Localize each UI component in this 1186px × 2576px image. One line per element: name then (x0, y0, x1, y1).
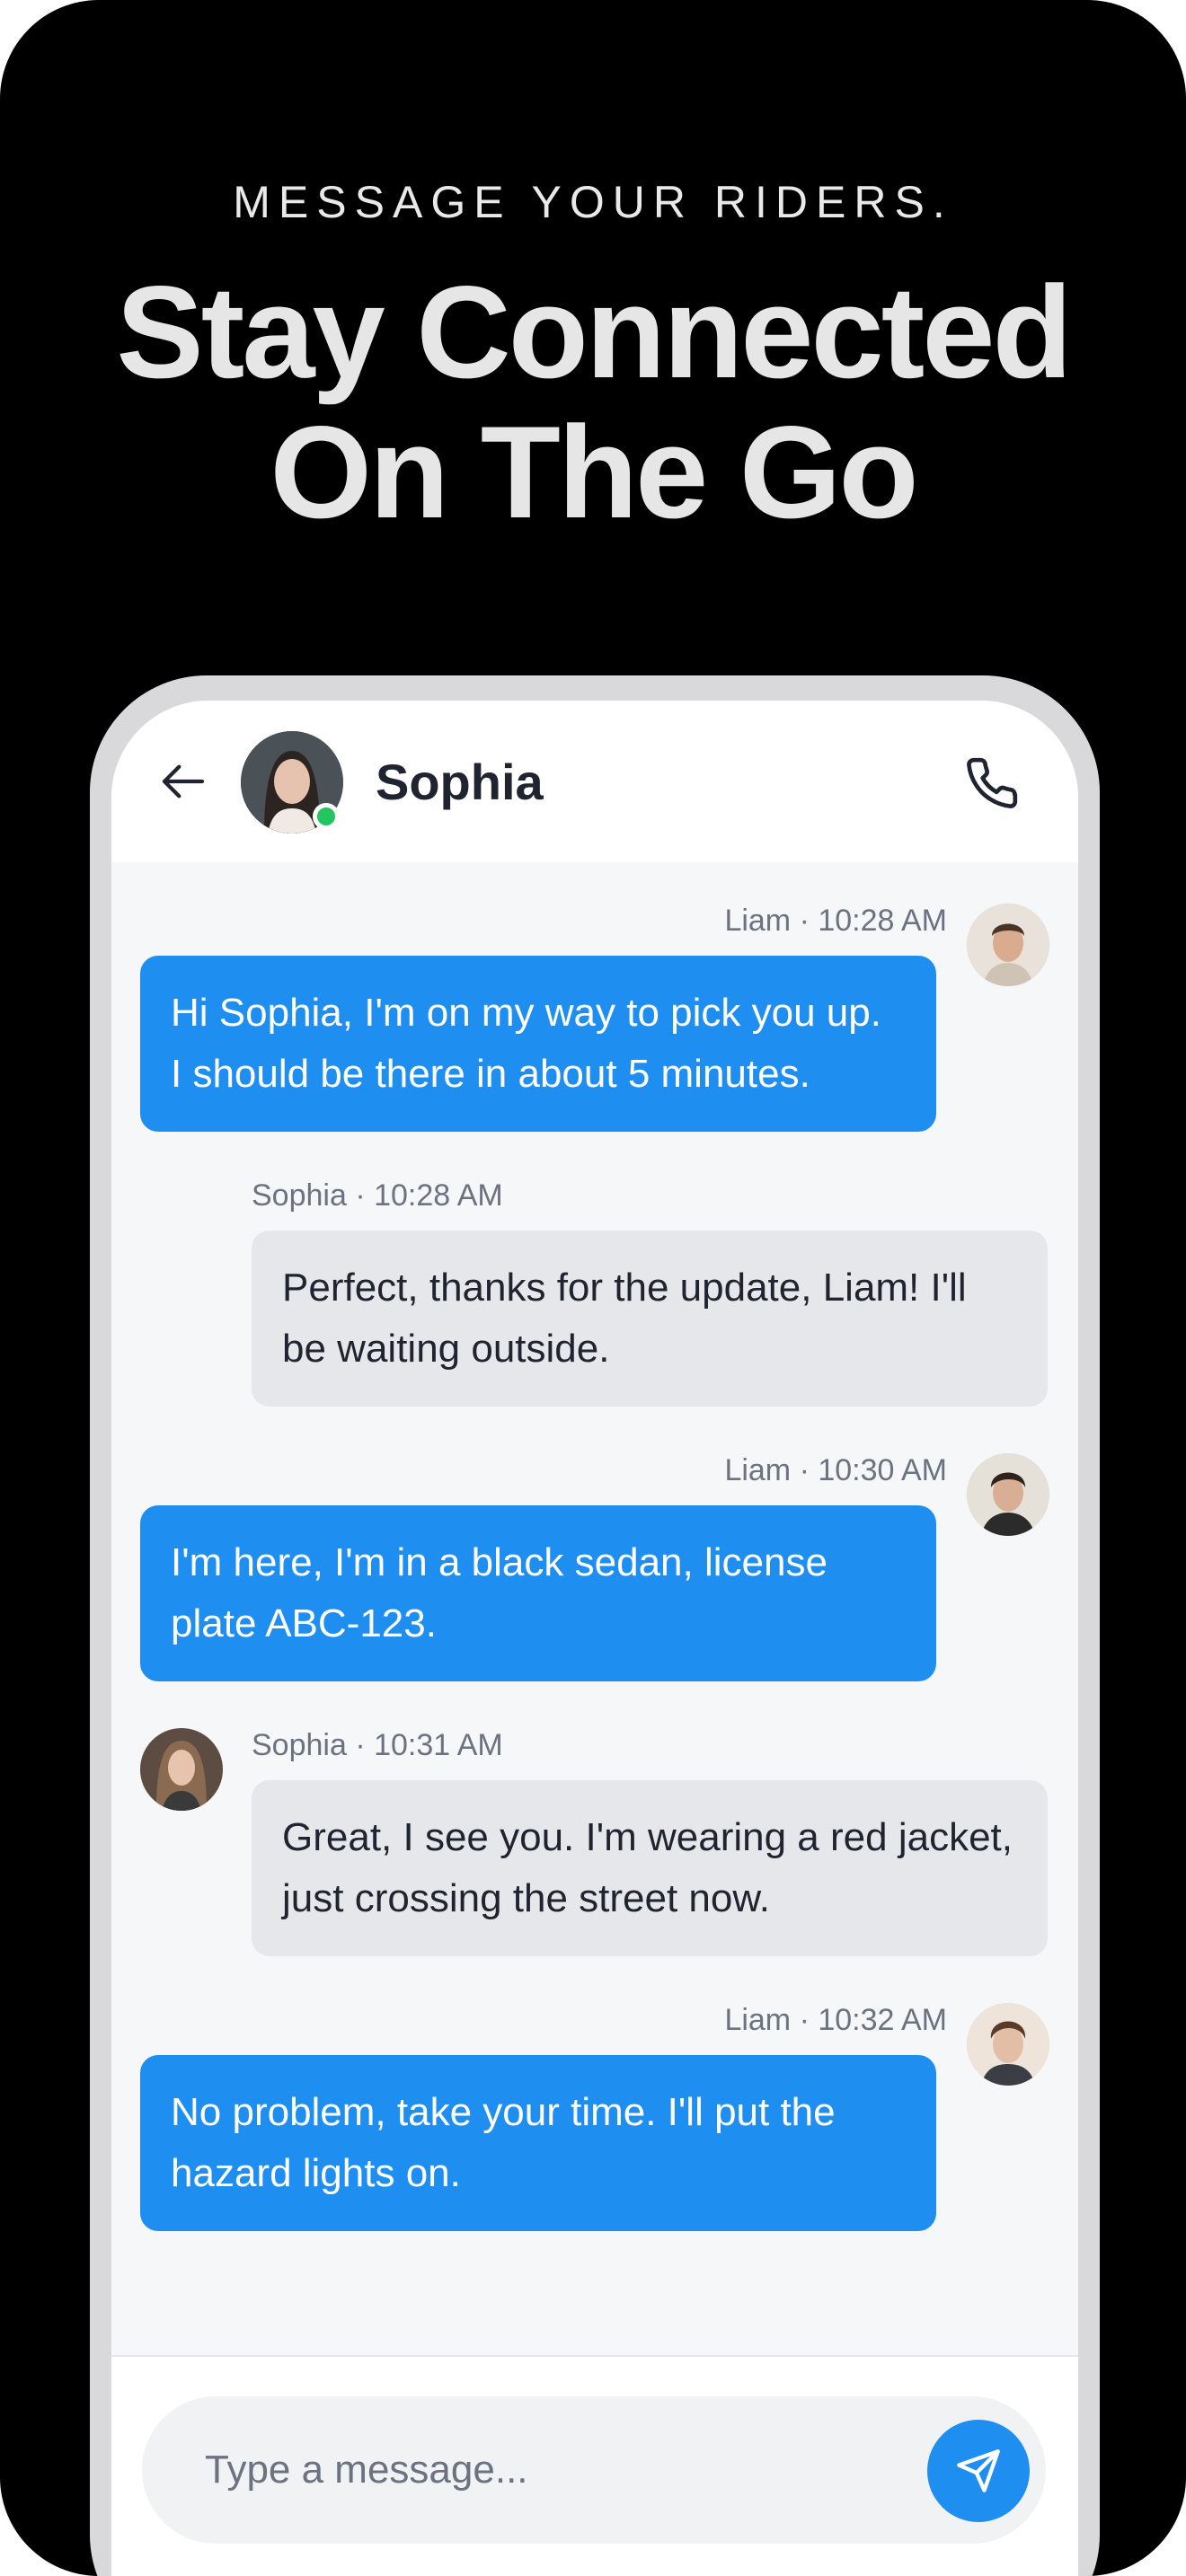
headline-line-2: On The Go (270, 399, 918, 545)
phone-icon (967, 757, 1018, 808)
send-icon (957, 2449, 1000, 2492)
sender-avatar-liam (967, 2003, 1049, 2086)
sender-avatar-liam (967, 904, 1049, 986)
message-text-line: plate ABC-123. (171, 1601, 437, 1645)
message-meta: Sophia · 10:28 AM (252, 1178, 503, 1213)
contact-name[interactable]: Sophia (376, 753, 544, 811)
promo-screen: MESSAGE YOUR RIDERS. Stay Connected On T… (0, 0, 1186, 2576)
sender-avatar-liam (967, 1453, 1049, 1536)
message-text-line: be waiting outside. (282, 1327, 610, 1371)
message-text-line: Hi Sophia, I'm on my way to pick you up. (171, 991, 881, 1035)
online-status-dot (313, 803, 340, 830)
send-button[interactable] (927, 2420, 1030, 2522)
message-bubble-outgoing: I'm here, I'm in a black sedan, license … (140, 1505, 936, 1681)
headline-line-1: Stay Connected (116, 259, 1072, 405)
message-meta: Sophia · 10:31 AM (252, 1728, 503, 1762)
call-button[interactable] (958, 749, 1026, 817)
message-text-line: Perfect, thanks for the update, Liam! I'… (282, 1266, 967, 1310)
arrow-left-icon (162, 764, 205, 798)
message-text-line: I'm here, I'm in a black sedan, license (171, 1540, 828, 1584)
message-meta: Liam · 10:30 AM (724, 1453, 947, 1487)
promo-headline: Stay Connected On The Go (0, 262, 1186, 543)
message-meta: Liam · 10:28 AM (724, 904, 947, 938)
chat-header: Sophia (111, 701, 1078, 862)
message-bubble-outgoing: Hi Sophia, I'm on my way to pick you up.… (140, 956, 936, 1132)
message-input[interactable] (142, 2396, 1046, 2544)
message-text-line: hazard lights on. (171, 2151, 461, 2195)
sender-avatar-sophia (140, 1728, 223, 1811)
message-text-line: just crossing the street now. (282, 1876, 770, 1920)
message-meta: Liam · 10:32 AM (724, 2003, 947, 2037)
promo-eyebrow: MESSAGE YOUR RIDERS. (233, 177, 953, 227)
back-button[interactable] (155, 753, 212, 810)
chat-screen: Sophia Liam · 10:28 AM Hi Sophia, I'm on… (111, 701, 1078, 2576)
message-text-line: No problem, take your time. I'll put the (171, 2090, 836, 2134)
message-bubble-incoming: Great, I see you. I'm wearing a red jack… (252, 1780, 1048, 1956)
message-text-line: I should be there in about 5 minutes. (171, 1052, 810, 1096)
message-bubble-incoming: Perfect, thanks for the update, Liam! I'… (252, 1231, 1048, 1407)
message-composer (111, 2355, 1078, 2576)
message-bubble-outgoing: No problem, take your time. I'll put the… (140, 2055, 936, 2231)
message-text-line: Great, I see you. I'm wearing a red jack… (282, 1815, 1013, 1859)
